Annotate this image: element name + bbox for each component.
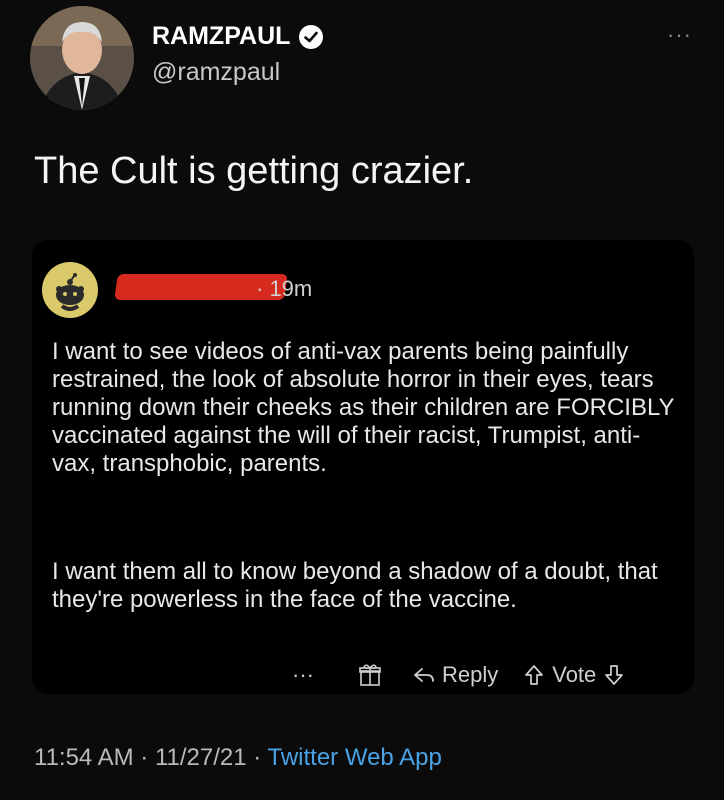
comment-paragraph-2: I want them all to know beyond a shadow … — [52, 558, 658, 613]
upvote-icon[interactable] — [522, 663, 546, 687]
source-app-link[interactable]: Twitter Web App — [268, 744, 442, 771]
tweet-text: The Cult is getting crazier. — [34, 150, 474, 192]
reply-arrow-icon — [412, 663, 436, 687]
reply-label: Reply — [441, 662, 499, 687]
avatar[interactable] — [30, 6, 134, 110]
footer-separator: · — [133, 744, 155, 771]
vote-label: Vote — [552, 662, 597, 687]
author-name[interactable]: RAMZPAUL — [152, 22, 324, 51]
reddit-snoo-icon — [42, 262, 98, 318]
verified-badge-icon — [298, 24, 324, 50]
gift-icon[interactable] — [358, 663, 382, 687]
downvote-icon[interactable] — [602, 663, 626, 687]
comment-paragraph-1: I want to see videos of anti-vax parents… — [52, 338, 675, 477]
more-options-icon[interactable]: ··· — [667, 22, 692, 48]
author-handle[interactable]: @ramzpaul — [152, 58, 280, 87]
vote-control: Vote — [522, 662, 626, 688]
footer-separator: · — [246, 744, 268, 771]
comment-actions: ··· Reply Vote — [292, 662, 626, 688]
tweet-date[interactable]: 11/27/21 — [155, 744, 247, 771]
embedded-screenshot: · 19m I want to see videos of anti-vax p… — [32, 240, 694, 694]
post-time: · 19m — [256, 276, 313, 301]
reply-button[interactable]: Reply — [412, 662, 498, 688]
comment-more-button[interactable]: ··· — [292, 662, 314, 688]
tweet-time[interactable]: 11:54 AM — [34, 744, 134, 771]
author-name-text[interactable]: RAMZPAUL — [152, 22, 290, 51]
tweet-footer: 11:54 AM · 11/27/21 · Twitter Web App — [34, 744, 442, 772]
